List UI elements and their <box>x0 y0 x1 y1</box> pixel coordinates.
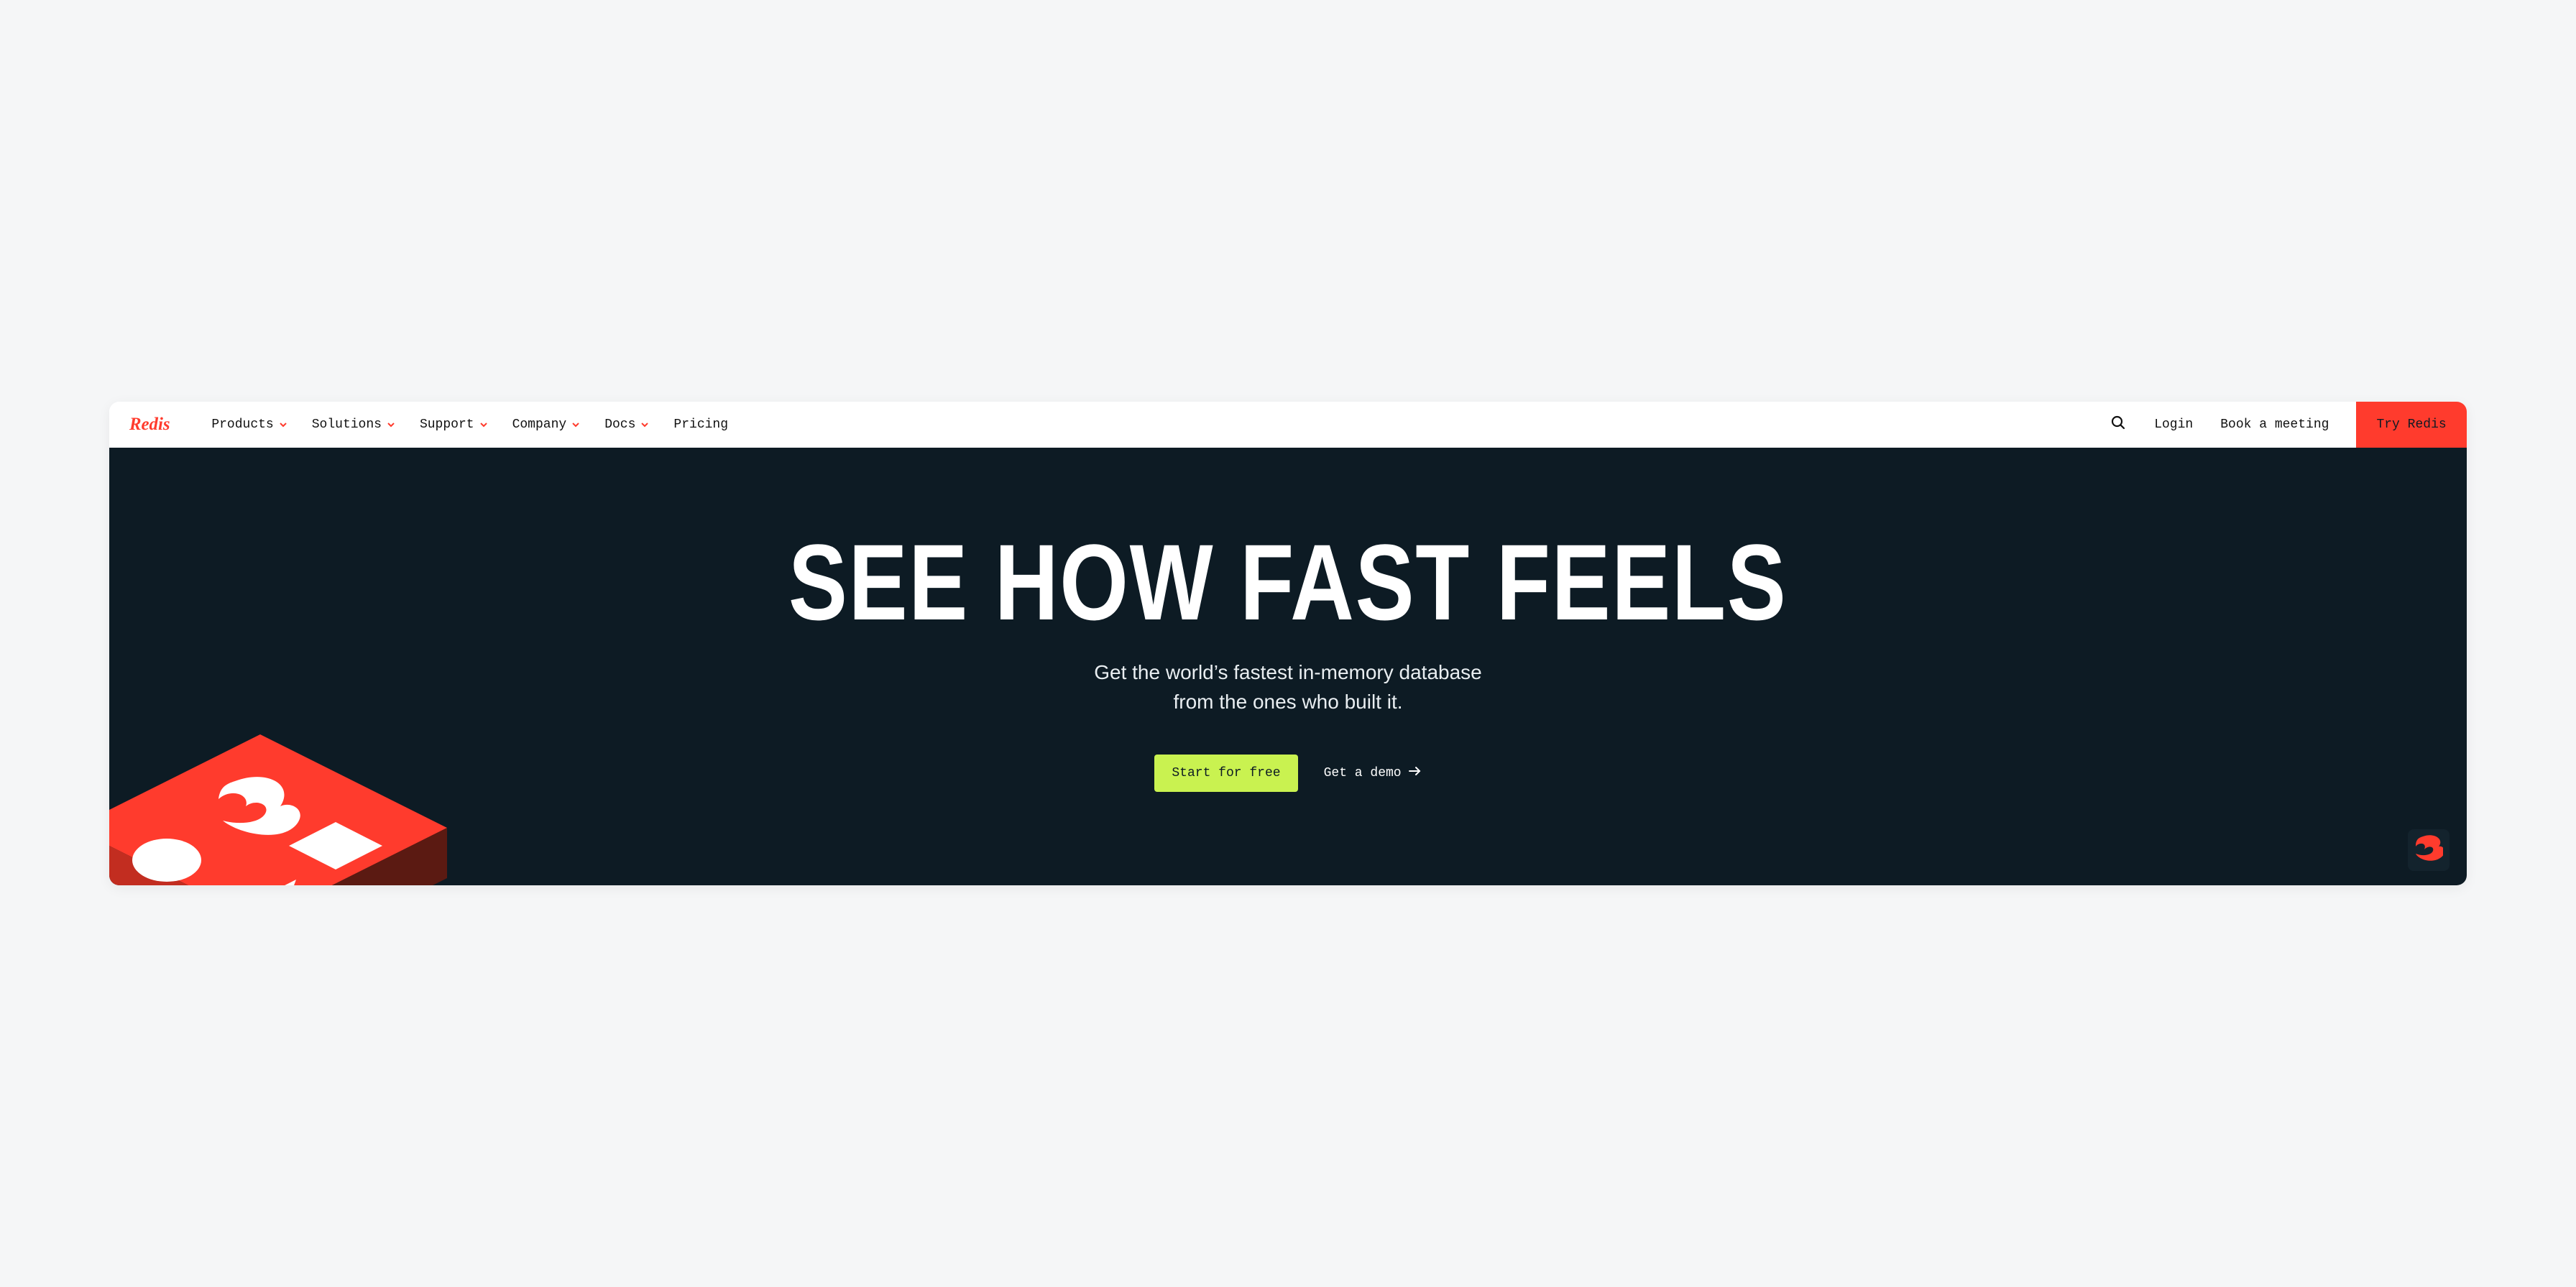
nav-links: Products Solutions Support Company <box>211 418 728 432</box>
nav-item-docs[interactable]: Docs <box>604 418 649 432</box>
search-icon <box>2110 414 2127 435</box>
nav-item-label: Support <box>420 418 474 432</box>
navbar: Redis Products Solutions Support <box>109 402 2466 448</box>
nav-item-solutions[interactable]: Solutions <box>312 418 395 432</box>
nav-item-label: Solutions <box>312 418 382 432</box>
start-free-button[interactable]: Start for free <box>1154 755 1297 792</box>
nav-item-pricing[interactable]: Pricing <box>673 418 728 432</box>
help-badge[interactable] <box>2408 829 2450 871</box>
cta-row: Start for free Get a demo <box>1154 755 1421 792</box>
hero-sub-line2: from the ones who built it. <box>1173 691 1402 713</box>
login-link[interactable]: Login <box>2154 418 2193 432</box>
svg-text:Redis: Redis <box>129 415 170 434</box>
arrow-right-icon <box>1409 766 1422 780</box>
redis-logo[interactable]: Redis <box>129 412 193 437</box>
hero-subtitle: Get the world’s fastest in-memory databa… <box>138 658 2437 716</box>
chevron-down-icon <box>571 420 580 429</box>
redis-r-icon <box>2414 834 2443 866</box>
chevron-down-icon <box>387 420 395 429</box>
page-frame: Redis Products Solutions Support <box>109 402 2466 885</box>
book-meeting-link[interactable]: Book a meeting <box>2220 418 2329 432</box>
chevron-down-icon <box>479 420 488 429</box>
nav-item-label: Pricing <box>673 418 728 432</box>
hero-sub-line1: Get the world’s fastest in-memory databa… <box>1094 661 1482 683</box>
hero-section: SEE HOW FAST FEELS Get the world’s faste… <box>109 448 2466 885</box>
chevron-down-icon <box>279 420 288 429</box>
nav-item-label: Products <box>211 418 273 432</box>
chevron-down-icon <box>640 420 649 429</box>
hero-illustration <box>109 713 461 885</box>
try-redis-button[interactable]: Try Redis <box>2356 402 2466 448</box>
nav-item-label: Company <box>512 418 567 432</box>
nav-item-products[interactable]: Products <box>211 418 287 432</box>
search-button[interactable] <box>2110 414 2127 435</box>
nav-right: Login Book a meeting Try Redis <box>2110 402 2466 448</box>
nav-item-label: Docs <box>604 418 635 432</box>
hero-title: SEE HOW FAST FEELS <box>345 534 2230 631</box>
nav-item-support[interactable]: Support <box>420 418 488 432</box>
get-demo-label: Get a demo <box>1324 766 1402 780</box>
get-demo-link[interactable]: Get a demo <box>1324 766 1422 780</box>
nav-item-company[interactable]: Company <box>512 418 581 432</box>
